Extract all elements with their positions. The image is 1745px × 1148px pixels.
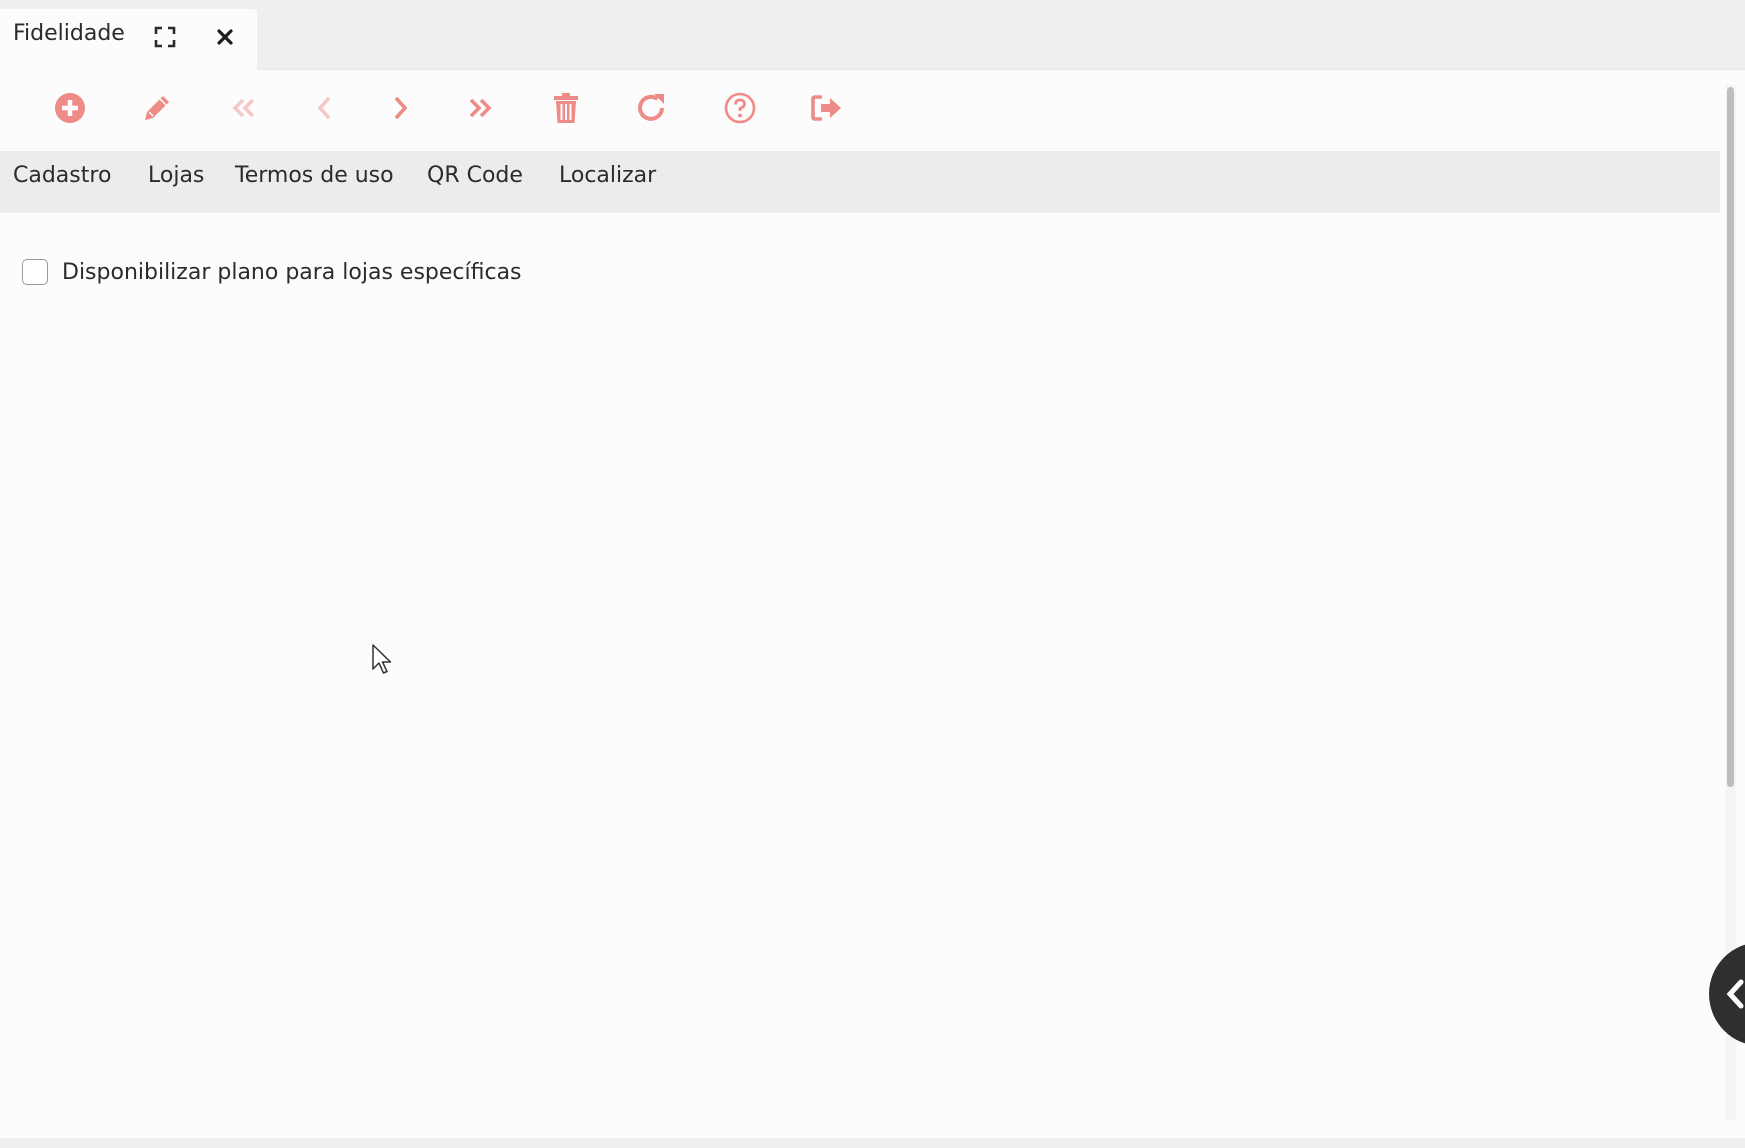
previous-record-button[interactable] [305,88,345,128]
toolbar [0,70,1720,150]
tab-localizar[interactable]: Localizar [559,163,656,188]
expand-icon[interactable] [151,23,179,51]
help-button[interactable] [720,88,760,128]
last-record-button[interactable] [460,88,500,128]
scrollbar-thumb[interactable] [1727,87,1734,787]
specific-stores-option: Disponibilizar plano para lojas específi… [22,259,522,285]
question-circle-icon [724,92,756,124]
mouse-cursor-icon [372,644,392,674]
chevron-left-icon [1726,979,1744,1009]
tab-cadastro[interactable]: Cadastro [13,163,111,188]
exit-button[interactable] [807,88,847,128]
trash-icon [554,93,578,123]
next-record-button[interactable] [380,88,420,128]
refresh-button[interactable] [632,88,672,128]
tab-qr-code[interactable]: QR Code [427,163,523,188]
refresh-icon [638,94,664,121]
edit-button[interactable] [137,88,177,128]
tab-title: Fidelidade [13,21,125,46]
bottom-border [0,1138,1745,1148]
form-tab-menu: Cadastro Lojas Termos de uso QR Code Loc… [0,151,1720,213]
sign-out-icon [811,95,841,121]
specific-stores-checkbox[interactable] [22,259,48,285]
add-button[interactable] [50,88,90,128]
tab-lojas[interactable]: Lojas [148,163,204,188]
chevron-left-icon [317,96,331,120]
chevron-right-icon [394,96,408,120]
tab-fidelidade[interactable]: Fidelidade [0,9,257,70]
tab-strip: Fidelidade [0,0,1745,70]
first-record-button[interactable] [224,88,264,128]
double-chevron-right-icon [469,98,492,118]
app-window: Fidelidade Cadastro Lojas Termos de uso … [0,0,1745,1148]
tab-termos-de-uso[interactable]: Termos de uso [235,163,394,188]
collapse-panel-button[interactable] [1709,942,1745,1046]
delete-button[interactable] [546,88,586,128]
plus-circle-icon [55,93,85,123]
double-chevron-left-icon [232,98,255,118]
pencil-icon [145,96,169,120]
close-icon[interactable] [211,23,239,51]
specific-stores-label: Disponibilizar plano para lojas específi… [62,259,522,285]
